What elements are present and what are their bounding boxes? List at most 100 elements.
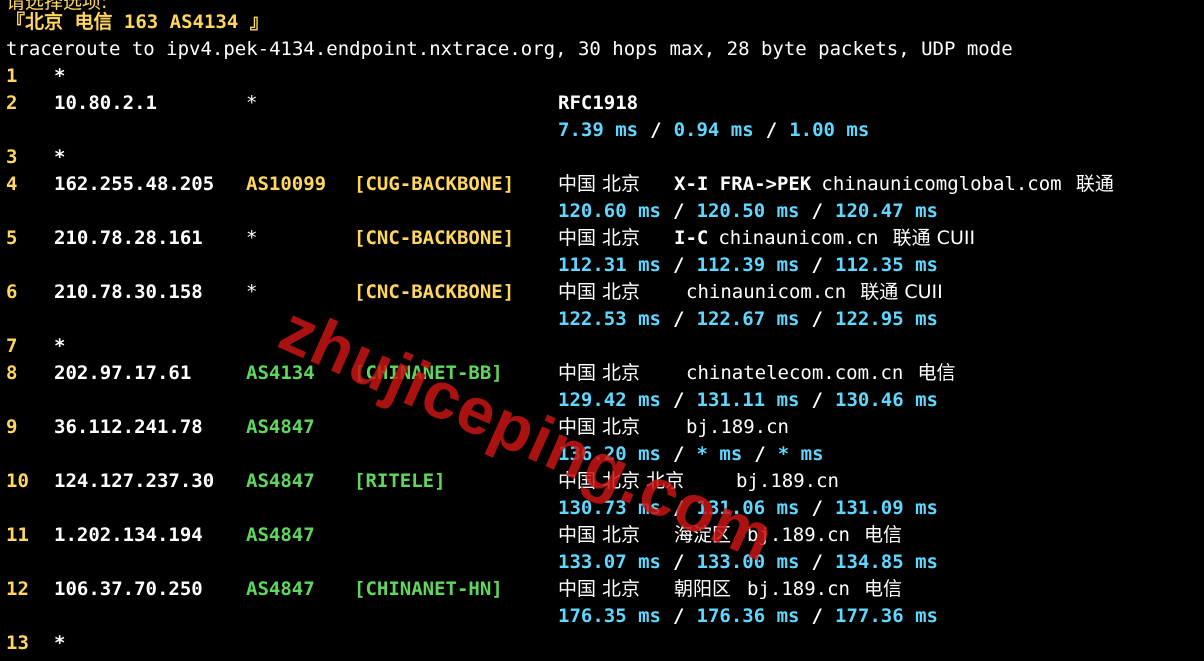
hop-latency-value: 133.07 ms <box>558 551 661 573</box>
terminal-window: 请选择选项: 『北京 电信 163 AS4134 』 traceroute to… <box>0 0 1204 661</box>
latency-separator: / <box>673 308 685 330</box>
hop-extra: 朝阳区 <box>674 578 732 600</box>
latency-separator: / <box>811 605 823 627</box>
hop-latency-value: 134.85 ms <box>835 551 938 573</box>
latency-separator: / <box>811 200 823 222</box>
hop-number: 2 <box>6 92 18 114</box>
hop-isp: 电信 <box>864 578 903 600</box>
latency-separator: / <box>765 119 778 141</box>
hop-backbone-tag: [CNC-BACKBONE] <box>354 281 515 303</box>
hop-timeout-star: * <box>54 65 66 87</box>
latency-separator: / <box>811 308 823 330</box>
hop-backbone-tag: [CHINANET-HN] <box>354 578 503 600</box>
hop-isp: 电信 <box>864 524 903 546</box>
hop-geo: 中国 北京 <box>558 173 641 195</box>
hop-extra: X-I FRA->PEK <box>674 173 812 195</box>
latency-separator: / <box>811 254 823 276</box>
hop-asn: AS10099 <box>246 173 327 195</box>
hop-latency-value: 112.39 ms <box>696 254 800 276</box>
hop-row: 2 10.80.2.1 * RFC1918 <box>0 90 1204 117</box>
hop-latency-value: 177.36 ms <box>835 605 938 627</box>
hop-latency-row: 129.42 ms / 131.11 ms / 130.46 ms <box>0 387 1204 414</box>
hop-geo: 中国 北京 <box>558 281 641 303</box>
hop-row: 7 * <box>0 333 1204 360</box>
latency-separator: / <box>673 254 685 276</box>
hop-latency-value: 120.47 ms <box>835 200 938 222</box>
latency-separator: / <box>811 551 823 573</box>
hop-number: 4 <box>6 173 18 195</box>
latency-separator: / <box>673 389 685 411</box>
hop-backbone-tag: [CHINANET-BB] <box>354 362 503 384</box>
hop-extra: I-C <box>674 227 709 249</box>
hop-isp: 联通 CUII <box>860 281 943 303</box>
hop-domain: bj.189.cn <box>686 416 789 438</box>
hop-ip: 162.255.48.205 <box>54 173 215 195</box>
hop-number: 10 <box>6 470 29 492</box>
latency-separator: / <box>811 389 823 411</box>
hop-backbone-tag: [RITELE] <box>354 470 446 492</box>
hop-row: 3 * <box>0 144 1204 171</box>
hop-backbone-tag: [CUG-BACKBONE] <box>354 173 515 195</box>
hop-domain: bj.189.cn <box>736 470 839 492</box>
hop-asn: * <box>246 92 258 114</box>
hop-latency-row: 120.60 ms / 120.50 ms / 120.47 ms <box>0 198 1204 225</box>
hop-ip: 210.78.30.158 <box>54 281 203 303</box>
hop-latency-value: 133.00 ms <box>696 551 800 573</box>
hop-geo: 中国 北京 <box>558 362 641 384</box>
hop-latency-row: 112.31 ms / 112.39 ms / 112.35 ms <box>0 252 1204 279</box>
hop-latency-value: 176.35 ms <box>558 605 661 627</box>
hop-latency-value: 1.00 ms <box>789 119 870 141</box>
hop-number: 3 <box>6 146 18 168</box>
hop-latency-value: 130.46 ms <box>835 389 938 411</box>
latency-separator: / <box>673 551 685 573</box>
hop-geo: 中国 北京 <box>558 416 641 438</box>
hop-row: 5 210.78.28.161 * [CNC-BACKBONE] 中国 北京 I-C chi… <box>0 225 1204 252</box>
hop-latency-value: 131.06 ms <box>696 497 800 519</box>
hop-geo: RFC1918 <box>558 92 639 114</box>
latency-separator: / <box>673 497 685 519</box>
hop-latency-value: 120.60 ms <box>558 200 661 222</box>
hop-geo: 中国 北京 北京 <box>558 470 685 492</box>
hop-isp: 联通 CUII <box>892 227 976 249</box>
latency-separator: / <box>754 443 766 465</box>
hop-row: 12 106.37.70.250 AS4847 [CHINANET-HN] 中国 北京 朝… <box>0 576 1204 603</box>
hop-asn: * <box>246 281 258 303</box>
hop-latency-row: 122.53 ms / 122.67 ms / 122.95 ms <box>0 306 1204 333</box>
hop-latency-row: 7.39 ms / 0.94 ms / 1.00 ms <box>0 117 1204 144</box>
hop-latency-value: 0.94 ms <box>673 119 754 141</box>
hop-latency-value: 131.11 ms <box>696 389 800 411</box>
hop-latency-row: 136.20 ms / * ms / * ms <box>0 441 1204 468</box>
hop-backbone-tag: [CNC-BACKBONE] <box>354 227 515 249</box>
hop-row: 1 * <box>0 63 1204 90</box>
hop-latency-value: 7.39 ms <box>558 119 639 141</box>
hop-ip: 124.127.237.30 <box>54 470 215 492</box>
latency-separator: / <box>673 605 685 627</box>
hop-latency-row: 130.73 ms / 131.06 ms / 131.09 ms <box>0 495 1204 522</box>
hop-number: 7 <box>6 335 18 357</box>
hop-ip: 36.112.241.78 <box>54 416 203 438</box>
hop-row: 9 36.112.241.78 AS4847 中国 北京 bj.189.cn <box>0 414 1204 441</box>
latency-separator: / <box>811 497 823 519</box>
hop-latency-value: 136.20 ms <box>558 443 661 465</box>
hop-domain: bj.189.cn <box>747 524 850 546</box>
hop-isp: 联通 <box>1075 173 1114 195</box>
hop-row: 13 * <box>0 630 1204 657</box>
hop-row: 6 210.78.30.158 * [CNC-BACKBONE] 中国 北京 chinau… <box>0 279 1204 306</box>
hop-asn: * <box>246 227 258 249</box>
hop-timeout-star: * <box>54 146 66 168</box>
hop-row: 4 162.255.48.205 AS10099 [CUG-BACKBONE] 中国 北… <box>0 171 1204 198</box>
hop-domain: chinaunicom.cn <box>718 227 879 249</box>
hop-number: 9 <box>6 416 18 438</box>
hop-latency-value: 112.35 ms <box>835 254 938 276</box>
hop-latency-row: 176.35 ms / 176.36 ms / 177.36 ms <box>0 603 1204 630</box>
hop-latency-value: * ms <box>777 443 824 465</box>
hop-latency-value: 129.42 ms <box>558 389 661 411</box>
hop-number: 12 <box>6 578 29 600</box>
hop-number: 11 <box>6 524 29 546</box>
hop-number: 13 <box>6 632 29 654</box>
hop-domain: chinatelecom.com.cn <box>686 362 904 384</box>
hop-ip: 210.78.28.161 <box>54 227 203 249</box>
hop-number: 8 <box>6 362 18 384</box>
hop-latency-value: 120.50 ms <box>696 200 800 222</box>
hop-latency-value: 130.73 ms <box>558 497 661 519</box>
